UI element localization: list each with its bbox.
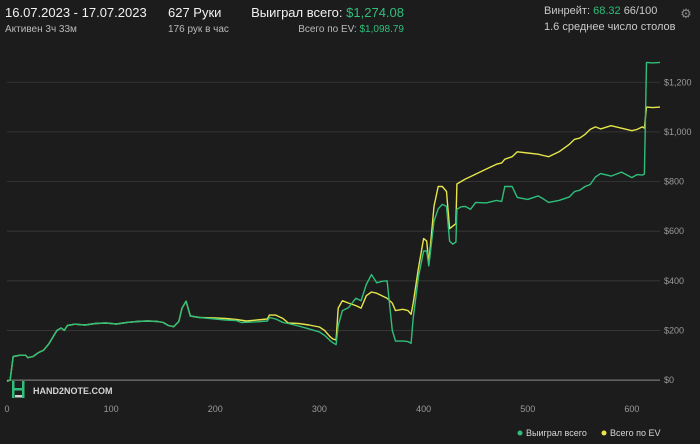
- x-tick-label: 100: [104, 404, 119, 414]
- won-label: Выиграл всего:: [251, 5, 343, 20]
- legend-ev-swatch: [601, 430, 607, 436]
- hand2note-logo-icon: [12, 381, 25, 398]
- profit-chart: 0 100 200 300 400 500 600 $0 $200 $400 $600 $800 $1…: [4, 61, 692, 438]
- y-axis-ticks: $0 $200 $400 $600 $800 $1,000 $1,200: [664, 77, 692, 385]
- x-tick-label: 500: [520, 404, 535, 414]
- y-tick-label: $800: [664, 177, 684, 187]
- watermark-text: HAND2NOTE.COM: [33, 386, 113, 396]
- winrate-value: 68.32: [593, 5, 621, 17]
- session-header: 16.07.2023 - 17.07.2023 Активен 3ч 33м 6…: [0, 0, 700, 40]
- y-tick-label: $1,000: [664, 127, 692, 137]
- x-tick-label: 200: [208, 404, 223, 414]
- y-tick-label: $400: [664, 276, 684, 286]
- chart-legend: Выиграл всего Всего по EV: [517, 428, 661, 438]
- hands-per-hour: 176 рук в час: [168, 24, 229, 35]
- date-range: 16.07.2023 - 17.07.2023: [5, 5, 147, 20]
- legend-item-won[interactable]: Выиграл всего: [517, 428, 587, 438]
- date-range-block: 16.07.2023 - 17.07.2023 Активен 3ч 33м: [5, 5, 147, 35]
- won-block: Выиграл всего: $1,274.08 Всего по EV: $1…: [251, 5, 404, 35]
- won-value: $1,274.08: [346, 5, 404, 20]
- x-tick-label: 300: [312, 404, 327, 414]
- x-tick-label: 400: [416, 404, 431, 414]
- avg-tables: 1.6 среднее число столов: [544, 21, 676, 33]
- y-tick-label: $0: [664, 375, 674, 385]
- y-tick-label: $600: [664, 226, 684, 236]
- series-line-ev: [6, 106, 661, 382]
- y-tick-label: $200: [664, 325, 684, 335]
- series-line-won: [6, 61, 661, 382]
- legend-item-ev[interactable]: Всего по EV: [601, 428, 661, 438]
- winrate-label: Винрейт:: [544, 5, 591, 17]
- y-tick-label: $1,200: [664, 77, 692, 87]
- gear-icon[interactable]: ⚙: [679, 7, 693, 21]
- legend-won-swatch: [517, 430, 523, 436]
- legend-won-label: Выиграл всего: [526, 428, 587, 438]
- active-time: Активен 3ч 33м: [5, 24, 77, 35]
- winrate-rest: 66/100: [623, 5, 658, 17]
- x-tick-label: 0: [4, 404, 9, 414]
- winrate-block: Винрейт: 68.32 66/100 1.6 среднее число …: [544, 5, 676, 33]
- ev-label: Всего по EV:: [298, 24, 357, 35]
- chart-series: [6, 61, 661, 382]
- legend-ev-label: Всего по EV: [610, 428, 660, 438]
- hands-block: 627 Руки 176 рук в час: [168, 5, 229, 35]
- x-axis-ticks: 0 100 200 300 400 500 600: [4, 404, 639, 414]
- ev-value: $1,098.79: [359, 24, 405, 35]
- watermark: HAND2NOTE.COM: [12, 381, 113, 398]
- chart-grid: [7, 81, 660, 381]
- x-tick-label: 600: [624, 404, 639, 414]
- hands-count: 627 Руки: [168, 5, 222, 20]
